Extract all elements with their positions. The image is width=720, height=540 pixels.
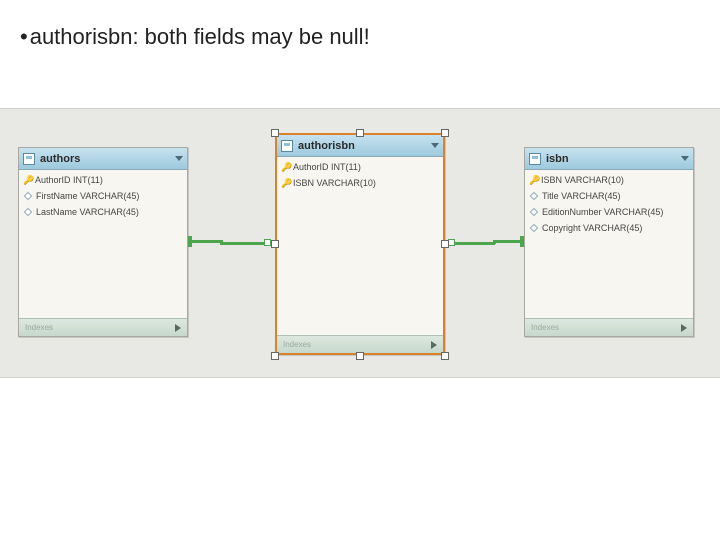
column-icon	[24, 192, 32, 200]
footer-label: Indexes	[531, 323, 559, 332]
relation-endpoint	[448, 239, 455, 246]
column-icon	[530, 224, 538, 232]
column-row[interactable]: 🔑AuthorID INT(11)	[19, 172, 187, 188]
resize-handle[interactable]	[271, 240, 279, 248]
column-label: ISBN VARCHAR(10)	[293, 176, 376, 190]
table-authorisbn[interactable]: authorisbn 🔑AuthorID INT(11)🔑ISBN VARCHA…	[275, 133, 445, 355]
relation-line[interactable]	[493, 240, 520, 243]
column-label: EditionNumber VARCHAR(45)	[542, 205, 663, 219]
table-authors[interactable]: authors 🔑AuthorID INT(11)FirstName VARCH…	[18, 147, 188, 337]
column-label: FirstName VARCHAR(45)	[36, 189, 139, 203]
er-canvas[interactable]: authors 🔑AuthorID INT(11)FirstName VARCH…	[0, 108, 720, 378]
column-row[interactable]: EditionNumber VARCHAR(45)	[525, 204, 693, 220]
primary-key-icon: 🔑	[23, 173, 32, 187]
relation-line[interactable]	[192, 240, 222, 243]
footer-label: Indexes	[25, 323, 53, 332]
column-list: 🔑ISBN VARCHAR(10)Title VARCHAR(45)Editio…	[525, 170, 693, 318]
column-label: Copyright VARCHAR(45)	[542, 221, 642, 235]
table-title: authors	[40, 153, 80, 165]
column-row[interactable]: 🔑ISBN VARCHAR(10)	[525, 172, 693, 188]
resize-handle[interactable]	[271, 129, 279, 137]
column-icon	[530, 192, 538, 200]
column-row[interactable]: 🔑ISBN VARCHAR(10)	[277, 175, 443, 191]
chevron-down-icon[interactable]	[175, 156, 183, 161]
table-title: isbn	[546, 153, 569, 165]
bullet-icon: •	[20, 24, 28, 49]
resize-handle[interactable]	[441, 129, 449, 137]
column-row[interactable]: Copyright VARCHAR(45)	[525, 220, 693, 236]
resize-handle[interactable]	[441, 240, 449, 248]
relation-endpoint	[520, 236, 524, 247]
resize-handle[interactable]	[356, 352, 364, 360]
resize-handle[interactable]	[356, 129, 364, 137]
column-label: AuthorID INT(11)	[35, 173, 103, 187]
relation-line[interactable]	[220, 242, 268, 245]
table-isbn[interactable]: isbn 🔑ISBN VARCHAR(10)Title VARCHAR(45)E…	[524, 147, 694, 337]
primary-key-icon: 🔑	[529, 173, 538, 187]
chevron-down-icon[interactable]	[431, 143, 439, 148]
column-label: AuthorID INT(11)	[293, 160, 361, 174]
column-icon	[530, 208, 538, 216]
primary-key-icon: 🔑	[281, 160, 290, 174]
column-list: 🔑AuthorID INT(11)FirstName VARCHAR(45)La…	[19, 170, 187, 318]
expand-right-icon[interactable]	[681, 324, 687, 332]
table-icon	[281, 140, 293, 152]
column-row[interactable]: FirstName VARCHAR(45)	[19, 188, 187, 204]
expand-right-icon[interactable]	[175, 324, 181, 332]
primary-key-icon: 🔑	[281, 176, 290, 190]
column-label: ISBN VARCHAR(10)	[541, 173, 624, 187]
resize-handle[interactable]	[441, 352, 449, 360]
column-label: Title VARCHAR(45)	[542, 189, 621, 203]
column-row[interactable]: LastName VARCHAR(45)	[19, 204, 187, 220]
chevron-down-icon[interactable]	[681, 156, 689, 161]
table-title: authorisbn	[298, 140, 355, 152]
table-header[interactable]: isbn	[525, 148, 693, 170]
column-icon	[24, 208, 32, 216]
relation-line[interactable]	[455, 242, 495, 245]
table-header[interactable]: authors	[19, 148, 187, 170]
table-icon	[529, 153, 541, 165]
table-header[interactable]: authorisbn	[277, 135, 443, 157]
relation-endpoint	[264, 239, 271, 246]
column-label: LastName VARCHAR(45)	[36, 205, 139, 219]
table-footer[interactable]: Indexes	[277, 335, 443, 353]
column-row[interactable]: Title VARCHAR(45)	[525, 188, 693, 204]
column-row[interactable]: 🔑AuthorID INT(11)	[277, 159, 443, 175]
caption-text: •authorisbn: both fields may be null!	[20, 24, 370, 50]
footer-label: Indexes	[283, 340, 311, 349]
expand-right-icon[interactable]	[431, 341, 437, 349]
resize-handle[interactable]	[271, 352, 279, 360]
table-footer[interactable]: Indexes	[19, 318, 187, 336]
column-list: 🔑AuthorID INT(11)🔑ISBN VARCHAR(10)	[277, 157, 443, 335]
table-footer[interactable]: Indexes	[525, 318, 693, 336]
table-icon	[23, 153, 35, 165]
caption-body: authorisbn: both fields may be null!	[30, 24, 370, 49]
